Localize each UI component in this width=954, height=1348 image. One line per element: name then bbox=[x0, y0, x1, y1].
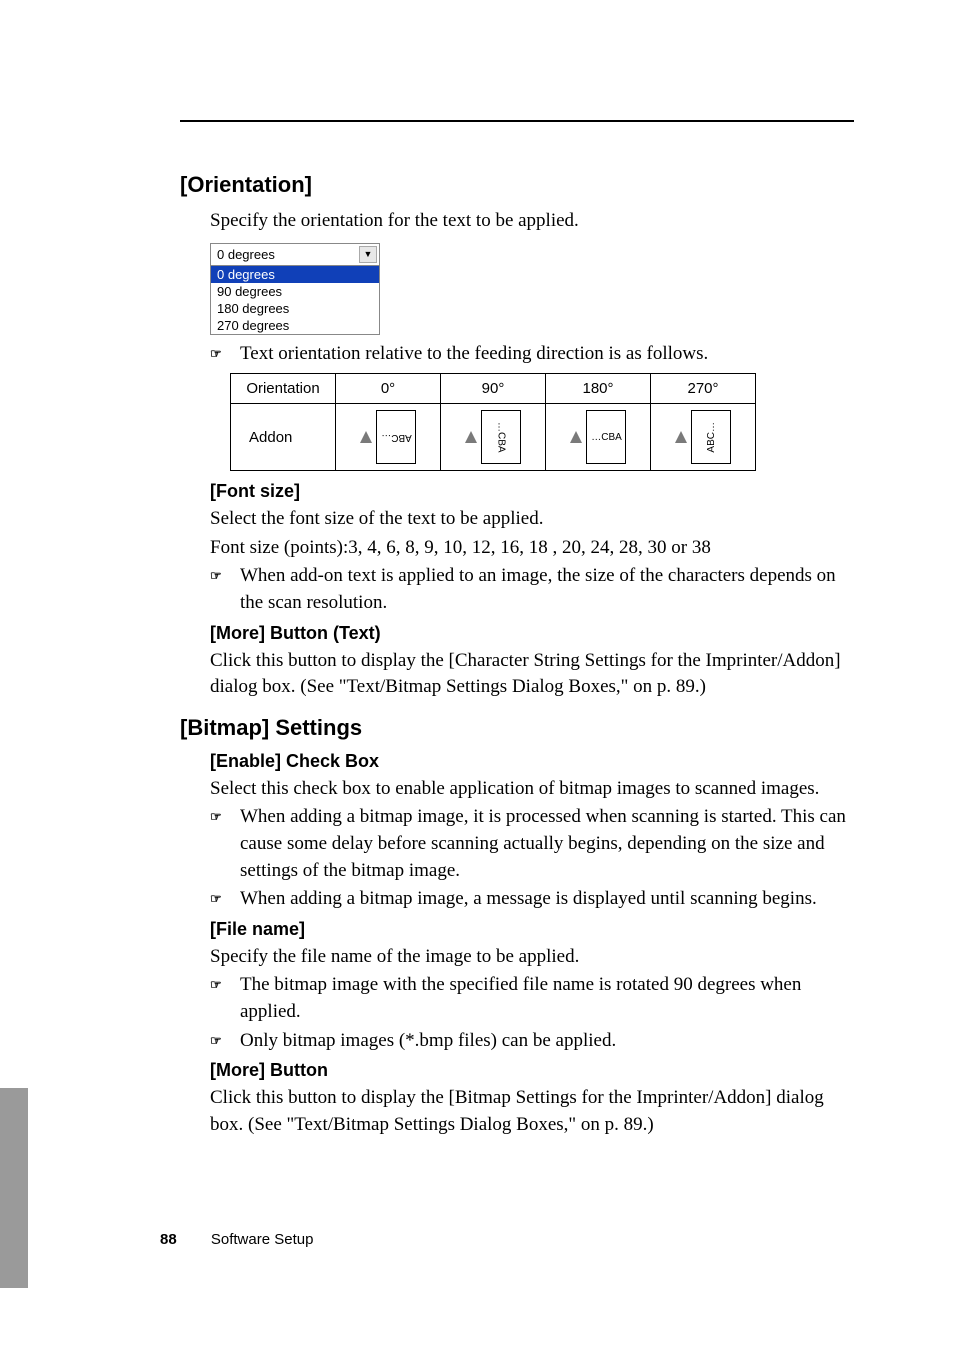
th-90: 90° bbox=[441, 374, 546, 404]
dropdown-field[interactable]: 0 degrees ▼ bbox=[211, 244, 379, 266]
filename-note1: ☞ The bitmap image with the specified fi… bbox=[180, 972, 854, 1025]
page-footer: 88 Software Setup bbox=[160, 1231, 313, 1248]
filename-body: Specify the file name of the image to be… bbox=[210, 944, 854, 971]
heading-bitmap: [Bitmap] Settings bbox=[180, 715, 854, 741]
note-text: When add-on text is applied to an image,… bbox=[240, 565, 836, 613]
orientation-note: ☞ Text orientation relative to the feedi… bbox=[180, 341, 854, 368]
th-orientation: Orientation bbox=[231, 374, 336, 404]
heading-filename: [File name] bbox=[210, 919, 854, 940]
note-text: When adding a bitmap image, a message is… bbox=[240, 888, 817, 909]
sheet-icon: …CBA bbox=[481, 410, 521, 464]
cell-0: ABC… bbox=[336, 404, 441, 471]
top-rule bbox=[180, 120, 854, 122]
page-number: 88 bbox=[160, 1231, 177, 1248]
note-icon: ☞ bbox=[210, 1032, 222, 1050]
side-tab bbox=[0, 1088, 28, 1288]
dropdown-option[interactable]: 180 degrees bbox=[211, 300, 379, 317]
sheet-icon: …CBA bbox=[586, 410, 626, 464]
more-button-body: Click this button to display the [Bitmap… bbox=[210, 1085, 854, 1138]
cell-90: …CBA bbox=[441, 404, 546, 471]
th-180: 180° bbox=[546, 374, 651, 404]
orientation-table: Orientation 0° 90° 180° 270° Addon ABC… … bbox=[230, 373, 756, 471]
heading-fontsize: [Font size] bbox=[210, 481, 854, 502]
cell-180: …CBA bbox=[546, 404, 651, 471]
note-text: When adding a bitmap image, it is proces… bbox=[240, 806, 846, 880]
row-label: Addon bbox=[231, 404, 336, 471]
enable-note2: ☞ When adding a bitmap image, a message … bbox=[180, 886, 854, 913]
note-icon: ☞ bbox=[210, 808, 222, 826]
heading-enable: [Enable] Check Box bbox=[210, 751, 854, 772]
feed-arrow-icon bbox=[465, 431, 477, 443]
chevron-down-icon[interactable]: ▼ bbox=[359, 246, 377, 263]
table-header-row: Orientation 0° 90° 180° 270° bbox=[231, 374, 756, 404]
dropdown-option[interactable]: 270 degrees bbox=[211, 317, 379, 334]
th-270: 270° bbox=[651, 374, 756, 404]
heading-more-button: [More] Button bbox=[210, 1060, 854, 1081]
more-text-body: Click this button to display the [Charac… bbox=[210, 648, 854, 701]
dropdown-list: 0 degrees 90 degrees 180 degrees 270 deg… bbox=[211, 266, 379, 334]
filename-note2: ☞ Only bitmap images (*.bmp files) can b… bbox=[180, 1028, 854, 1055]
orientation-intro: Specify the orientation for the text to … bbox=[210, 208, 854, 235]
th-0: 0° bbox=[336, 374, 441, 404]
heading-orientation: [Orientation] bbox=[180, 172, 854, 198]
enable-note1: ☞ When adding a bitmap image, it is proc… bbox=[180, 804, 854, 884]
dropdown-option[interactable]: 0 degrees bbox=[211, 266, 379, 283]
note-icon: ☞ bbox=[210, 567, 222, 585]
feed-arrow-icon bbox=[570, 431, 582, 443]
fontsize-line1: Select the font size of the text to be a… bbox=[210, 506, 854, 533]
fontsize-note: ☞ When add-on text is applied to an imag… bbox=[180, 563, 854, 616]
note-icon: ☞ bbox=[210, 890, 222, 908]
cell-270: ABC… bbox=[651, 404, 756, 471]
enable-body: Select this check box to enable applicat… bbox=[210, 776, 854, 803]
note-text: The bitmap image with the specified file… bbox=[240, 974, 801, 1022]
fontsize-line2: Font size (points):3, 4, 6, 8, 9, 10, 12… bbox=[210, 535, 854, 562]
note-text: Only bitmap images (*.bmp files) can be … bbox=[240, 1030, 616, 1051]
note-icon: ☞ bbox=[210, 345, 222, 363]
page-content: [Orientation] Specify the orientation fo… bbox=[0, 0, 954, 1138]
note-icon: ☞ bbox=[210, 976, 222, 994]
heading-more-text: [More] Button (Text) bbox=[210, 623, 854, 644]
sheet-icon: ABC… bbox=[691, 410, 731, 464]
note-text: Text orientation relative to the feeding… bbox=[240, 343, 708, 364]
sheet-icon: ABC… bbox=[376, 410, 416, 464]
dropdown-option[interactable]: 90 degrees bbox=[211, 283, 379, 300]
footer-title: Software Setup bbox=[211, 1231, 314, 1248]
feed-arrow-icon bbox=[360, 431, 372, 443]
table-row: Addon ABC… …CBA …CBA ABC… bbox=[231, 404, 756, 471]
feed-arrow-icon bbox=[675, 431, 687, 443]
dropdown-selected-text: 0 degrees bbox=[217, 247, 275, 262]
orientation-dropdown: 0 degrees ▼ 0 degrees 90 degrees 180 deg… bbox=[210, 243, 380, 335]
